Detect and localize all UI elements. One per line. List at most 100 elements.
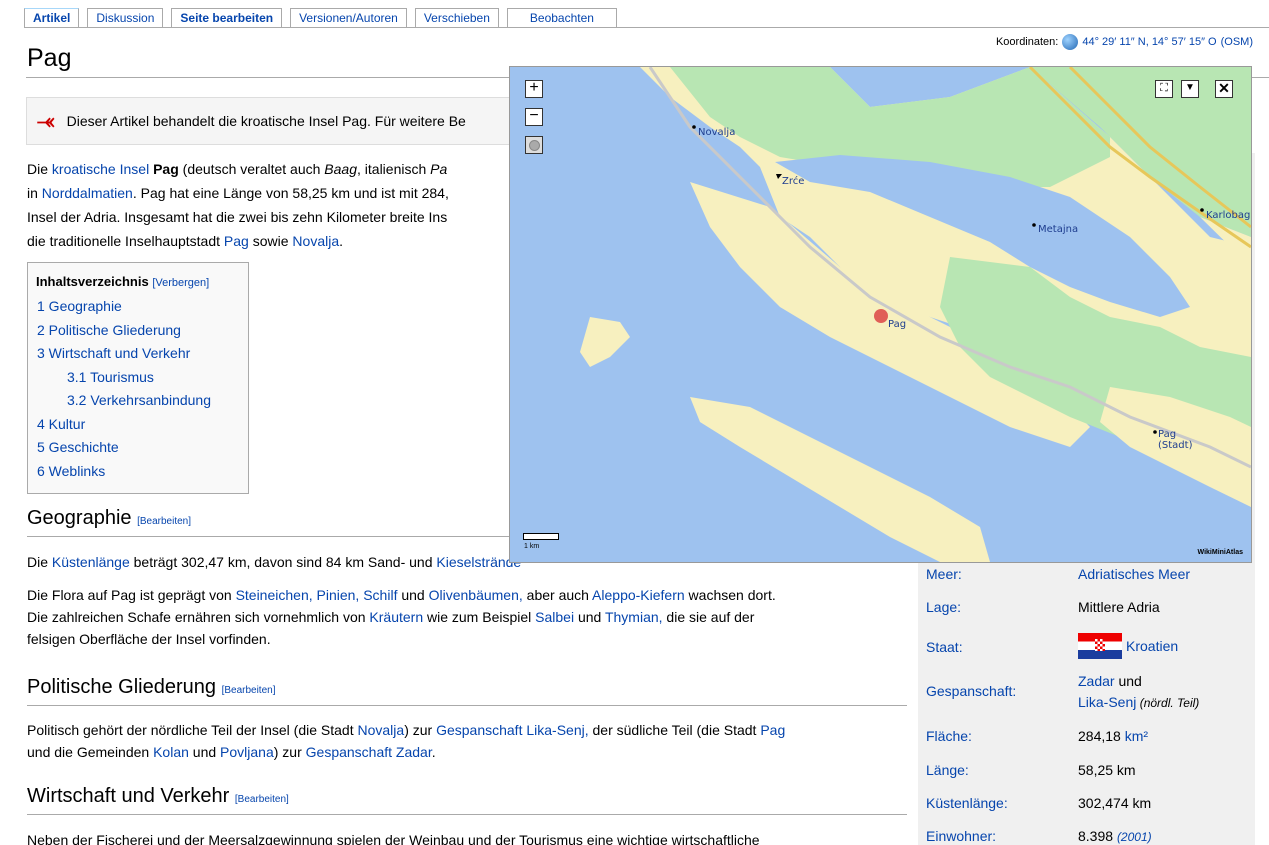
globe-icon[interactable] <box>1062 34 1079 50</box>
dropdown-arrow-icon[interactable]: ▼ <box>1181 80 1199 98</box>
table-of-contents: Inhaltsverzeichnis [Verbergen] 1 Geograp… <box>27 262 249 494</box>
text: Die zahlreichen Schafe ernähren sich vor… <box>27 609 370 625</box>
infobox-label: Gespanschaft: <box>926 683 1017 699</box>
link[interactable]: Pinien, <box>317 587 360 603</box>
infobox-value: Kroatien <box>1078 633 1178 659</box>
text: in <box>27 185 42 201</box>
map-canvas[interactable] <box>510 67 1251 562</box>
wikiminiatlas-map[interactable]: + − ⛶ ▼ ✕ Novalja Zrće Metajna Karlobag … <box>509 66 1252 563</box>
text: ) zur <box>273 744 306 760</box>
edit-link[interactable]: [Bearbeiten] <box>137 516 191 527</box>
osm-link[interactable]: (OSM) <box>1221 36 1253 48</box>
toc-title: Inhaltsverzeichnis <box>36 274 149 289</box>
toc-toggle[interactable]: [Verbergen] <box>152 277 209 289</box>
link[interactable]: Kolan <box>153 744 189 760</box>
place-label-zrce[interactable]: Zrće <box>782 176 804 187</box>
tab-discussion[interactable]: Diskussion <box>87 8 164 28</box>
link-kroatische-insel[interactable]: kroatische Insel <box>52 161 149 177</box>
tab-watch[interactable]: Beobachten <box>506 8 617 28</box>
italic-term: Pa <box>430 161 448 177</box>
text: beträgt 302,47 km, davon sind 84 km Sand… <box>129 554 437 570</box>
coordinates-link[interactable]: 44° 29′ 11″ N, 14° 57′ 15″ O <box>1082 36 1216 48</box>
link-novalja[interactable]: Novalja <box>292 233 339 249</box>
section-heading-wirtschaft: Wirtschaft und Verkehr [Bearbeiten] <box>27 785 907 815</box>
link[interactable]: Povljana <box>220 744 274 760</box>
heading-text: Politische Gliederung <box>27 676 216 698</box>
toc-item[interactable]: 3.2 Verkehrsanbindung <box>37 389 248 413</box>
map-scale-label: 1 km <box>524 543 540 550</box>
italic-term: Baag <box>324 161 357 177</box>
link-pag[interactable]: Pag <box>224 233 249 249</box>
toc-item[interactable]: 6 Weblinks <box>37 460 248 484</box>
text: die traditionelle Inselhauptstadt <box>27 233 224 249</box>
link[interactable]: Küstenlänge <box>52 554 130 570</box>
place-label-pag[interactable]: Pag <box>888 319 906 330</box>
edit-link[interactable]: [Bearbeiten] <box>235 794 289 805</box>
infobox-value: 58,25 km <box>1078 762 1136 778</box>
link[interactable]: Schilf <box>363 587 397 603</box>
text: (nördl. Teil) <box>1136 696 1200 710</box>
infobox-label: Lage: <box>926 599 962 615</box>
text: Politisch gehört der nördliche Teil der … <box>27 722 358 738</box>
infobox-value-link[interactable]: Lika-Senj <box>1078 694 1136 710</box>
disambiguation-arrow-icon: ⤛ <box>37 108 55 133</box>
link[interactable]: Aleppo-Kiefern <box>592 587 685 603</box>
link[interactable]: Pag <box>760 722 785 738</box>
tab-move[interactable]: Verschieben <box>414 8 499 28</box>
paragraph: Die Flora auf Pag ist geprägt von Steine… <box>27 584 907 650</box>
link[interactable]: Salbei <box>535 609 574 625</box>
tab-divider <box>24 27 1269 28</box>
infobox-value-link[interactable]: Kroatien <box>1126 638 1178 654</box>
place-label-pag-stadt[interactable]: Pag (Stadt) <box>1158 429 1206 451</box>
coordinates-label: Koordinaten: <box>995 36 1059 48</box>
infobox-label: Fläche: <box>926 728 972 744</box>
infobox-value: 302,474 km <box>1078 795 1152 811</box>
zoom-in-button[interactable]: + <box>525 80 543 98</box>
close-icon[interactable]: ✕ <box>1215 80 1233 98</box>
text: und die Gemeinden <box>27 744 154 760</box>
text: und <box>397 587 429 603</box>
infobox-label: Küstenlänge: <box>926 795 1008 811</box>
link[interactable]: Gespanschaft Lika-Senj, <box>436 722 589 738</box>
edit-link[interactable]: [Bearbeiten] <box>222 685 276 696</box>
place-label-karlobag[interactable]: Karlobag <box>1206 210 1250 221</box>
link[interactable]: Steineichen, <box>236 587 313 603</box>
toc-item[interactable]: 3 Wirtschaft und Verkehr <box>37 342 248 366</box>
text: . <box>339 233 344 249</box>
text: wie zum Beispiel <box>423 609 536 625</box>
locate-button[interactable] <box>525 136 543 154</box>
toc-item[interactable]: 5 Geschichte <box>37 436 248 460</box>
place-label-metajna[interactable]: Metajna <box>1038 224 1078 235</box>
map-credit: WikiMiniAtlas <box>1197 549 1243 556</box>
toc-item[interactable]: 3.1 Tourismus <box>37 366 248 390</box>
fullscreen-icon[interactable]: ⛶ <box>1155 80 1173 98</box>
text: und <box>188 744 221 760</box>
infobox-value-link[interactable]: Adriatisches Meer <box>1078 566 1190 582</box>
link[interactable]: Kräutern <box>369 609 423 625</box>
text: felsigen Oberfläche der Insel vorfinden. <box>27 631 271 647</box>
tab-history[interactable]: Versionen/Autoren <box>290 8 407 28</box>
text: der südliche Teil (die Stadt <box>588 722 761 738</box>
link-norddalmatien[interactable]: Norddalmatien <box>42 185 133 201</box>
croatia-flag-icon <box>1078 633 1122 659</box>
tab-edit[interactable]: Seite bearbeiten <box>171 8 283 28</box>
toc-item[interactable]: 1 Geographie <box>37 295 248 319</box>
link[interactable]: Novalja <box>357 722 404 738</box>
text: sowie <box>248 233 293 249</box>
toc-item[interactable]: 4 Kultur <box>37 413 248 437</box>
text: 284,18 <box>1078 728 1125 744</box>
infobox-value: 8.398 (2001) <box>1078 828 1152 844</box>
infobox-label: Meer: <box>926 566 962 582</box>
link[interactable]: Gespanschaft Zadar <box>306 744 432 760</box>
tab-article[interactable]: Artikel <box>24 8 80 28</box>
link[interactable]: Thymian, <box>605 609 663 625</box>
zoom-out-button[interactable]: − <box>525 108 543 126</box>
place-label-novalja[interactable]: Novalja <box>698 127 735 138</box>
paragraph: Neben der Fischerei und der Meersalzgewi… <box>27 832 760 845</box>
year-link[interactable]: (2001) <box>1117 830 1152 844</box>
infobox-value-link[interactable]: Zadar <box>1078 673 1115 689</box>
link[interactable]: Olivenbäumen, <box>429 587 523 603</box>
unit-link[interactable]: km² <box>1125 728 1148 744</box>
toc-item[interactable]: 2 Politische Gliederung <box>37 319 248 343</box>
page-title: Pag <box>27 44 72 72</box>
